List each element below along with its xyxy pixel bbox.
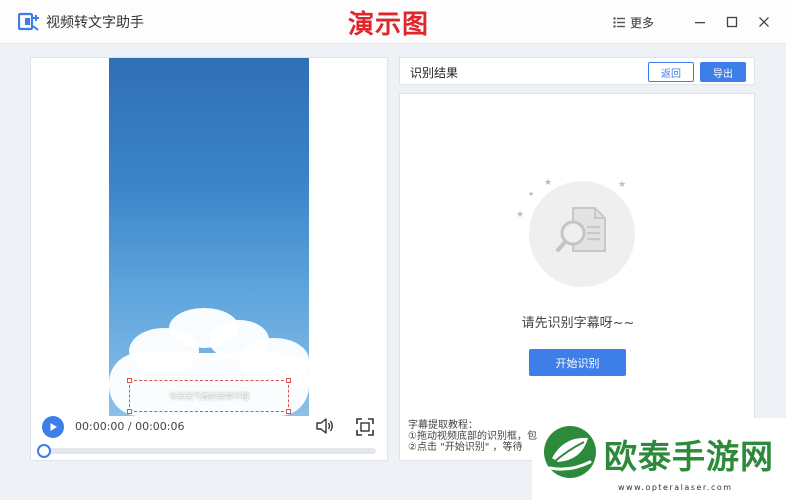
video-frame[interactable]: 今天天气真的非常不错 xyxy=(109,58,309,416)
progress-handle[interactable] xyxy=(37,444,51,458)
play-icon xyxy=(50,423,57,431)
app-title: 视频转文字助手 xyxy=(46,15,144,31)
subtitle-recognition-box[interactable]: 今天天气真的非常不错 xyxy=(127,378,291,414)
site-watermark-logo: 欧泰手游网 www.opteralaser.com xyxy=(532,418,786,500)
site-url: www.opteralaser.com xyxy=(618,483,733,492)
maximize-button[interactable] xyxy=(724,14,740,30)
site-brand-name: 欧泰手游网 xyxy=(604,437,774,476)
export-button[interactable]: 导出 xyxy=(700,62,746,82)
tutorial-line: ①拖动视频底部的识别框，包 xyxy=(408,431,537,442)
minimize-icon xyxy=(695,22,705,24)
fullscreen-icon[interactable] xyxy=(355,417,375,437)
demo-watermark: 演示图 xyxy=(348,10,430,40)
tutorial-line: 字幕提取教程： xyxy=(408,420,478,431)
play-button[interactable] xyxy=(42,416,64,438)
star-icon: ★ xyxy=(516,210,525,220)
maximize-icon xyxy=(726,16,738,28)
minimize-button[interactable] xyxy=(692,14,708,30)
player-controls: 00:00:00 / 00:00:06 xyxy=(31,416,387,460)
subtitle-text: 今天天气真的非常不错 xyxy=(169,391,249,401)
result-header: 识别结果 返回 导出 xyxy=(399,57,755,85)
close-icon xyxy=(759,17,769,27)
resize-handle[interactable] xyxy=(286,409,291,414)
resize-handle[interactable] xyxy=(127,409,132,414)
return-button[interactable]: 返回 xyxy=(648,62,694,82)
empty-state-illustration xyxy=(529,181,635,287)
start-recognition-button[interactable]: 开始识别 xyxy=(529,349,626,376)
leaf-logo-icon xyxy=(544,426,596,478)
tutorial-line: ②点击 "开始识别" ，等待 xyxy=(408,442,523,453)
menu-icon xyxy=(613,16,625,28)
tutorial-text: 字幕提取教程： ①拖动视频底部的识别框，包 ②点击 "开始识别" ，等待 xyxy=(408,420,537,453)
close-button[interactable] xyxy=(756,14,772,30)
result-panel: ★ ★ ★ ★ 请先识别字幕呀~~ 开始识别 字幕提取教程： ①拖动视频底部的识… xyxy=(399,93,755,461)
more-label: 更多 xyxy=(629,15,654,30)
volume-icon[interactable] xyxy=(315,417,335,435)
app-logo-icon xyxy=(18,12,39,31)
resize-handle[interactable] xyxy=(286,378,291,383)
title-bar: 视频转文字助手 演示图 更多 xyxy=(0,0,786,44)
result-title: 识别结果 xyxy=(410,66,459,80)
video-player-panel: 今天天气真的非常不错 00:00:00 / 00:00:06 xyxy=(30,57,388,461)
time-display: 00:00:00 / 00:00:06 xyxy=(75,420,185,433)
empty-state-text: 请先识别字幕呀~~ xyxy=(521,316,635,331)
progress-bar[interactable] xyxy=(37,444,376,458)
more-menu-button[interactable]: 更多 xyxy=(613,14,654,31)
resize-handle[interactable] xyxy=(127,378,132,383)
document-search-icon xyxy=(556,207,606,252)
